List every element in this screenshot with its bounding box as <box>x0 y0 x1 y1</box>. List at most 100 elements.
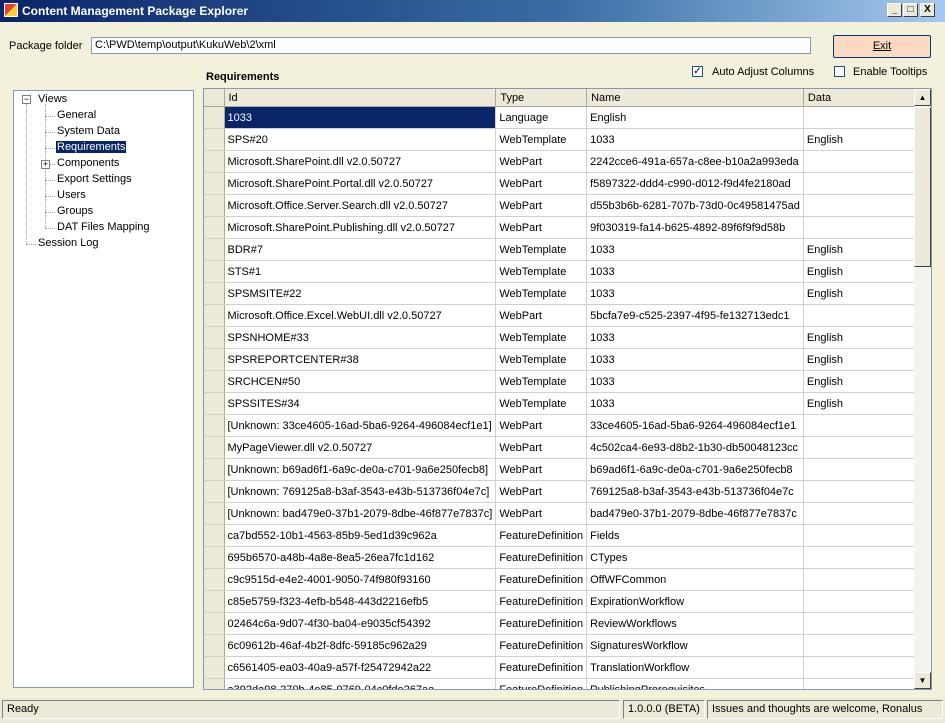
title-bar[interactable]: Content Management Package Explorer _ □ … <box>0 0 945 22</box>
cell-id[interactable]: Microsoft.Office.Excel.WebUI.dll v2.0.50… <box>224 304 497 327</box>
cell-name[interactable]: 1033 <box>586 282 804 305</box>
cell-type[interactable]: FeatureDefinition <box>495 568 588 591</box>
cell-data[interactable] <box>803 216 928 239</box>
row-header[interactable] <box>204 480 225 503</box>
row-header[interactable] <box>204 150 225 173</box>
cell-data[interactable]: English <box>803 282 928 305</box>
cell-data[interactable] <box>803 172 928 195</box>
cell-type[interactable]: WebPart <box>495 436 588 459</box>
cell-type[interactable]: WebPart <box>495 458 588 481</box>
cell-type[interactable]: WebTemplate <box>495 238 588 261</box>
column-header-name[interactable]: Name <box>586 89 804 107</box>
cell-name[interactable]: b69ad6f1-6a9c-de0a-c701-9a6e250fecb8 <box>586 458 804 481</box>
cell-name[interactable]: 2242cce6-491a-657a-c8ee-b10a2a993eda <box>586 150 804 173</box>
cell-type[interactable]: WebTemplate <box>495 392 588 415</box>
cell-name[interactable]: 1033 <box>586 326 804 349</box>
tree-node-system-data[interactable]: System Data <box>57 125 120 137</box>
tree-node-export-settings[interactable]: Export Settings <box>57 173 132 185</box>
table-row[interactable]: Microsoft.SharePoint.dll v2.0.50727 WebPa… <box>204 150 928 173</box>
cell-type[interactable]: WebTemplate <box>495 326 588 349</box>
views-collapse-icon[interactable]: − <box>22 95 31 104</box>
table-row[interactable]: c6561405-ea03-40a9-a57f-f25472942a22 Feat… <box>204 656 928 679</box>
scroll-up-icon[interactable]: ▲ <box>914 89 931 106</box>
table-row[interactable]: 695b6570-a48b-4a8e-8ea5-26ea7fc1d162 Feat… <box>204 546 928 569</box>
components-expand-icon[interactable]: + <box>41 160 50 169</box>
cell-id[interactable]: MyPageViewer.dll v2.0.50727 <box>224 436 497 459</box>
cell-data[interactable] <box>803 106 928 129</box>
cell-name[interactable]: f5897322-ddd4-c990-d012-f9d4fe2180ad <box>586 172 804 195</box>
table-row[interactable]: c9c9515d-e4e2-4001-9050-74f980f93160 Feat… <box>204 568 928 591</box>
cell-type[interactable]: WebPart <box>495 150 588 173</box>
row-header[interactable] <box>204 282 225 305</box>
cell-type[interactable]: FeatureDefinition <box>495 678 588 689</box>
package-folder-input[interactable]: C:\PWD\temp\output\KukuWeb\2\xml <box>91 37 811 54</box>
cell-data[interactable] <box>803 678 928 689</box>
tooltips-checkbox[interactable] <box>834 66 845 77</box>
cell-name[interactable]: d55b3b6b-6281-707b-73d0-0c49581475ad <box>586 194 804 217</box>
cell-name[interactable]: 9f030319-fa14-b625-4892-89f6f9f9d58b <box>586 216 804 239</box>
row-header[interactable] <box>204 436 225 459</box>
cell-id[interactable]: Microsoft.Office.Server.Search.dll v2.0.… <box>224 194 497 217</box>
table-row[interactable]: STS#1 WebTemplate 1033 English <box>204 260 928 283</box>
exit-button[interactable]: Exit <box>833 35 931 58</box>
cell-name[interactable]: OffWFCommon <box>586 568 804 591</box>
cell-name[interactable]: English <box>586 106 804 129</box>
cell-type[interactable]: FeatureDefinition <box>495 524 588 547</box>
row-header-corner[interactable] <box>204 89 225 107</box>
row-header[interactable] <box>204 216 225 239</box>
row-header[interactable] <box>204 370 225 393</box>
table-row[interactable]: Microsoft.SharePoint.Publishing.dll v2.0… <box>204 216 928 239</box>
cell-id[interactable]: 6c09612b-46af-4b2f-8dfc-59185c962a29 <box>224 634 497 657</box>
table-row[interactable]: SPSNHOME#33 WebTemplate 1033 English <box>204 326 928 349</box>
row-header[interactable] <box>204 128 225 151</box>
cell-name[interactable]: Fields <box>586 524 804 547</box>
cell-data[interactable] <box>803 546 928 569</box>
cell-data[interactable] <box>803 656 928 679</box>
tree-node-requirements[interactable]: Requirements <box>56 141 127 153</box>
row-header[interactable] <box>204 260 225 283</box>
table-row[interactable]: MyPageViewer.dll v2.0.50727 WebPart 4c502c… <box>204 436 928 459</box>
table-row[interactable]: 02464c6a-9d07-4f30-ba04-e9035cf54392 Feat… <box>204 612 928 635</box>
grid-vertical-scrollbar[interactable]: ▲ ▼ <box>914 89 931 689</box>
table-row[interactable]: [Unknown: bad479e0-37b1-2079-8dbe-46f877… <box>204 502 928 525</box>
row-header[interactable] <box>204 590 225 613</box>
cell-type[interactable]: WebPart <box>495 502 588 525</box>
table-row[interactable]: SPS#20 WebTemplate 1033 English <box>204 128 928 151</box>
cell-type[interactable]: FeatureDefinition <box>495 612 588 635</box>
cell-type[interactable]: FeatureDefinition <box>495 546 588 569</box>
scroll-thumb[interactable] <box>914 107 931 267</box>
cell-data[interactable] <box>803 612 928 635</box>
row-header[interactable] <box>204 458 225 481</box>
auto-adjust-checkbox[interactable]: ✓ <box>692 66 703 77</box>
row-header[interactable] <box>204 678 225 689</box>
cell-data[interactable]: English <box>803 392 928 415</box>
table-row[interactable]: Microsoft.Office.Excel.WebUI.dll v2.0.50… <box>204 304 928 327</box>
cell-name[interactable]: 1033 <box>586 260 804 283</box>
cell-data[interactable] <box>803 524 928 547</box>
table-row[interactable]: BDR#7 WebTemplate 1033 English <box>204 238 928 261</box>
tree-node-dat-files-mapping[interactable]: DAT Files Mapping <box>57 221 150 233</box>
cell-id[interactable]: 02464c6a-9d07-4f30-ba04-e9035cf54392 <box>224 612 497 635</box>
row-header[interactable] <box>204 502 225 525</box>
row-header[interactable] <box>204 546 225 569</box>
cell-id[interactable]: SPSREPORTCENTER#38 <box>224 348 497 371</box>
cell-id[interactable]: 695b6570-a48b-4a8e-8ea5-26ea7fc1d162 <box>224 546 497 569</box>
cell-data[interactable]: English <box>803 370 928 393</box>
cell-type[interactable]: WebPart <box>495 414 588 437</box>
cell-type[interactable]: WebPart <box>495 304 588 327</box>
cell-id[interactable]: c9c9515d-e4e2-4001-9050-74f980f93160 <box>224 568 497 591</box>
cell-id[interactable]: BDR#7 <box>224 238 497 261</box>
cell-type[interactable]: WebTemplate <box>495 348 588 371</box>
cell-id[interactable]: [Unknown: 769125a8-b3af-3543-e43b-513736… <box>224 480 497 503</box>
tree-node-views[interactable]: Views <box>38 93 67 105</box>
cell-type[interactable]: WebPart <box>495 172 588 195</box>
cell-name[interactable]: bad479e0-37b1-2079-8dbe-46f877e7837c <box>586 502 804 525</box>
cell-type[interactable]: WebTemplate <box>495 260 588 283</box>
column-header-id[interactable]: Id <box>224 89 497 107</box>
cell-id[interactable]: ca7bd552-10b1-4563-85b9-5ed1d39c962a <box>224 524 497 547</box>
cell-name[interactable]: 4c502ca4-6e93-d8b2-1b30-db50048123cc <box>586 436 804 459</box>
close-button[interactable]: X <box>920 3 935 17</box>
cell-name[interactable]: CTypes <box>586 546 804 569</box>
cell-id[interactable]: c85e5759-f323-4efb-b548-443d2216efb5 <box>224 590 497 613</box>
cell-id[interactable]: SPSSITES#34 <box>224 392 497 415</box>
